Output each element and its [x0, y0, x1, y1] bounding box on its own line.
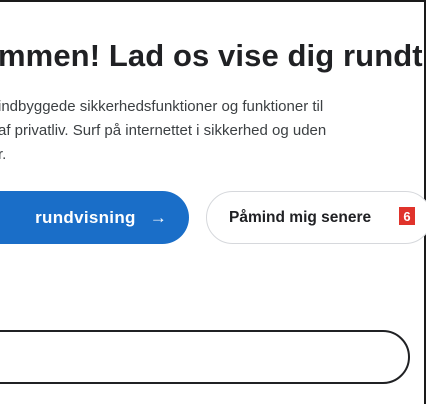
start-tour-button[interactable]: rundvisning → [0, 191, 189, 244]
welcome-description: indbyggede sikkerhedsfunktioner og funkt… [0, 98, 327, 163]
tour-button-label: rundvisning [35, 207, 136, 227]
remind-later-button[interactable]: Påmind mig senere [206, 191, 426, 244]
bottom-input-field[interactable] [0, 330, 410, 384]
remind-button-label: Påmind mig senere [229, 208, 372, 226]
frame-border-top [0, 0, 426, 2]
callout-number-badge: 6 [399, 207, 415, 225]
arrow-right-icon: → [149, 207, 167, 227]
welcome-title: mmen! Lad os vise dig rundt [0, 38, 423, 73]
welcome-screen: mmen! Lad os vise dig rundt indbyggede s… [0, 0, 426, 404]
